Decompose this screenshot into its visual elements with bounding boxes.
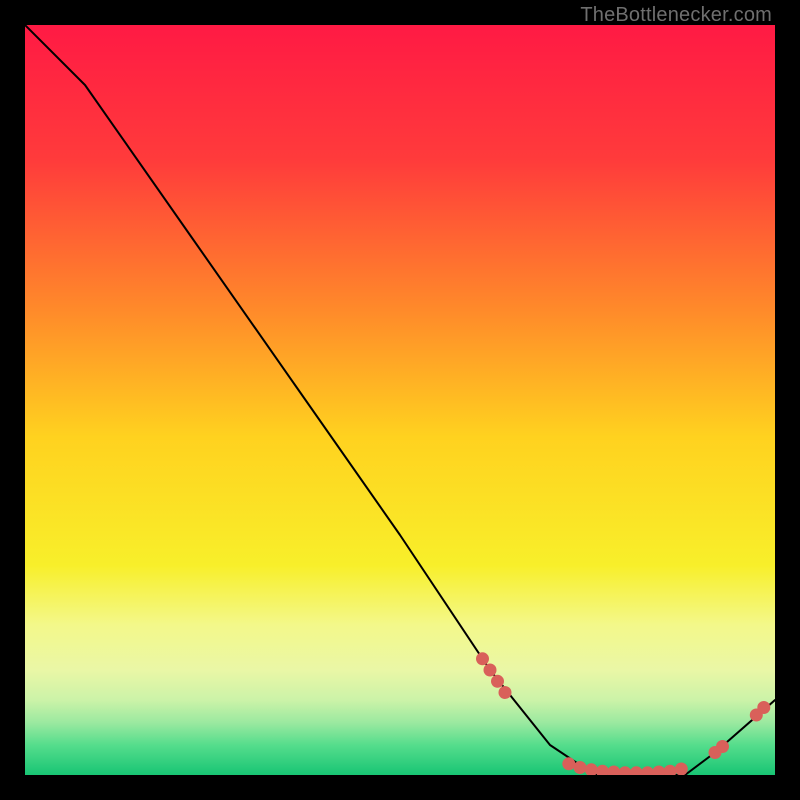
marker-group	[476, 652, 770, 775]
data-point	[664, 765, 677, 775]
data-point	[574, 761, 587, 774]
data-point	[596, 765, 609, 775]
data-point	[619, 766, 632, 775]
data-point	[491, 675, 504, 688]
chart-stage: TheBottlenecker.com	[0, 0, 800, 800]
data-point	[630, 766, 643, 775]
data-point	[607, 766, 620, 776]
data-point	[757, 701, 770, 714]
data-point	[675, 763, 688, 776]
data-point	[562, 757, 575, 770]
data-point	[484, 664, 497, 677]
data-point	[641, 766, 654, 775]
data-point	[499, 686, 512, 699]
data-point	[652, 766, 665, 776]
data-point	[585, 763, 598, 775]
plot-area	[25, 25, 775, 775]
data-point	[716, 740, 729, 753]
bottleneck-curve	[25, 25, 775, 775]
attribution-text: TheBottlenecker.com	[580, 4, 772, 27]
data-point	[476, 652, 489, 665]
chart-overlay	[25, 25, 775, 775]
